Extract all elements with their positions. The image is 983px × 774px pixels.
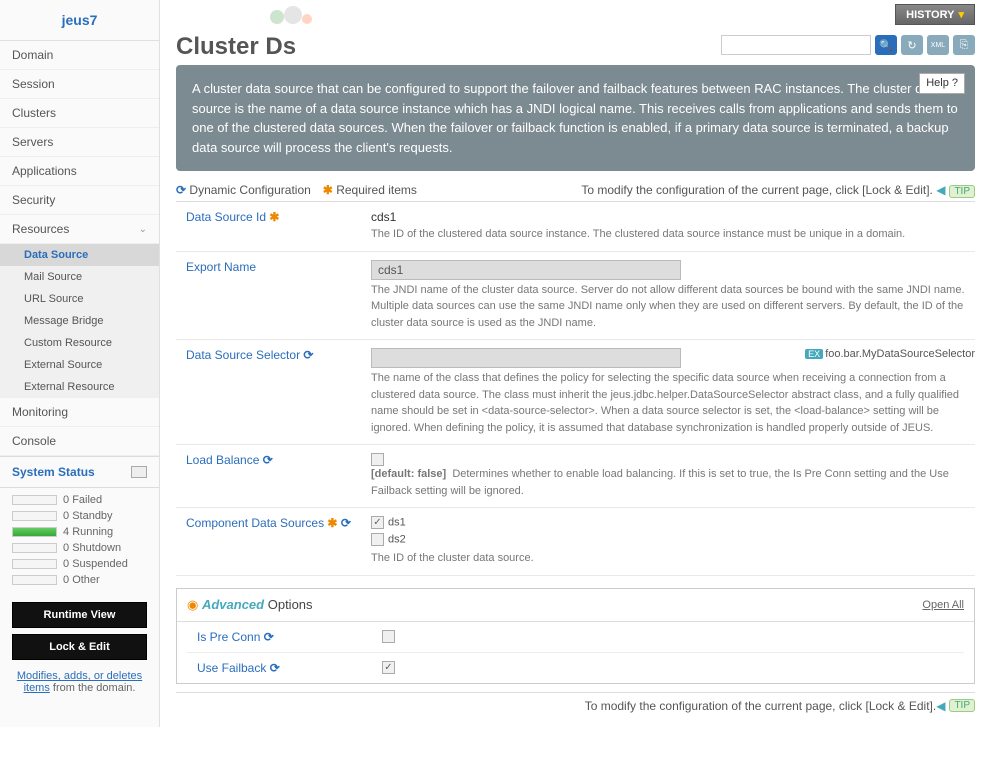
dynamic-config-icon: ⟳ <box>263 453 273 467</box>
refresh-button[interactable]: ↻ <box>901 35 923 55</box>
sub-external-resource[interactable]: External Resource <box>0 376 159 398</box>
runtime-view-button[interactable]: Runtime View <box>12 602 147 628</box>
tip-badge[interactable]: TIP <box>949 185 975 198</box>
selector-desc: The name of the class that defines the p… <box>371 370 975 436</box>
ds1-checkbox[interactable]: ✓ <box>371 516 384 529</box>
required-icon: ✱ <box>323 183 333 197</box>
nav-clusters[interactable]: Clusters <box>0 99 159 128</box>
status-running: 4 Running <box>0 524 159 540</box>
sub-data-source[interactable]: Data Source <box>0 244 159 266</box>
dynamic-config-icon: ⟳ <box>264 630 274 644</box>
history-button[interactable]: HISTORY ▾ <box>895 4 975 25</box>
field-use-failback: Use Failback ⟳ ✓ <box>187 653 964 683</box>
failback-checkbox[interactable]: ✓ <box>382 661 395 674</box>
field-data-source-id: Data Source Id ✱ cds1 The ID of the clus… <box>176 202 975 252</box>
preconn-checkbox[interactable] <box>382 630 395 643</box>
export-name-desc: The JNDI name of the cluster data source… <box>371 282 975 332</box>
nav-domain[interactable]: Domain <box>0 41 159 70</box>
ds2-checkbox[interactable] <box>371 533 384 546</box>
status-panel-icon[interactable] <box>131 466 147 478</box>
xml-icon: XML <box>931 42 945 49</box>
nav-monitoring[interactable]: Monitoring <box>0 398 159 427</box>
info-box: A cluster data source that can be config… <box>176 65 975 171</box>
modify-hint: To modify the configuration of the curre… <box>581 183 933 197</box>
sub-custom-resource[interactable]: Custom Resource <box>0 332 159 354</box>
chevron-down-icon: ⌄ <box>139 224 147 235</box>
sub-mail-source[interactable]: Mail Source <box>0 266 159 288</box>
ds2-label: ds2 <box>388 533 406 545</box>
load-desc: Determines whether to enable load balanc… <box>371 468 949 497</box>
field-export-name: Export Name cds1 The JNDI name of the cl… <box>176 252 975 341</box>
nav-session[interactable]: Session <box>0 70 159 99</box>
page-title: Cluster Ds <box>176 25 296 65</box>
ds1-label: ds1 <box>388 516 406 528</box>
nav-resources-label: Resources <box>12 222 69 236</box>
copy-button[interactable]: ⎘ <box>953 35 975 55</box>
search-input[interactable] <box>721 35 871 55</box>
dynamic-config-icon: ⟳ <box>270 661 280 675</box>
nav-servers[interactable]: Servers <box>0 128 159 157</box>
system-status-header: System Status <box>0 456 159 488</box>
warning-icon: ◉ <box>187 597 198 612</box>
copy-icon: ⎘ <box>960 39 969 52</box>
decorative-dots <box>270 6 312 27</box>
status-suspended: 0 Suspended <box>0 556 159 572</box>
footer-hint: To modify the configuration of the curre… <box>585 699 937 713</box>
export-name-input[interactable]: cds1 <box>371 260 681 280</box>
ds-id-value: cds1 <box>371 210 975 224</box>
nav-applications[interactable]: Applications <box>0 157 159 186</box>
sub-url-source[interactable]: URL Source <box>0 288 159 310</box>
search-icon: 🔍 <box>879 39 893 52</box>
app-logo[interactable]: jeus7 <box>0 0 159 41</box>
legend-row: ⟳ Dynamic Configuration ✱ Required items… <box>176 179 975 202</box>
toolbar: 🔍 ↻ XML ⎘ <box>721 35 975 55</box>
nav-resources[interactable]: Resources ⌄ <box>0 215 159 244</box>
ds-id-desc: The ID of the clustered data source inst… <box>371 226 975 243</box>
sub-external-source[interactable]: External Source <box>0 354 159 376</box>
field-data-source-selector: Data Source Selector ⟳ EXfoo.bar.MyDataS… <box>176 340 975 445</box>
required-icon: ✱ <box>327 516 337 530</box>
system-status-title: System Status <box>12 465 95 479</box>
status-failed: 0 Failed <box>0 492 159 508</box>
info-text: A cluster data source that can be config… <box>192 81 958 155</box>
sidebar: jeus7 Domain Session Clusters Servers Ap… <box>0 0 160 727</box>
dynamic-config-icon: ⟳ <box>176 183 186 197</box>
example-badge: EX <box>805 349 823 359</box>
open-all-link[interactable]: Open All <box>922 599 964 611</box>
tip-arrow-icon: ◀ <box>936 699 945 713</box>
chevron-down-icon: ▾ <box>958 8 964 21</box>
advanced-options-panel: ◉ Advanced Options Open All Is Pre Conn … <box>176 588 975 684</box>
lock-edit-button[interactable]: Lock & Edit <box>12 634 147 660</box>
sub-message-bridge[interactable]: Message Bridge <box>0 310 159 332</box>
selector-example: foo.bar.MyDataSourceSelector <box>825 348 975 360</box>
status-list: 0 Failed 0 Standby 4 Running 0 Shutdown … <box>0 488 159 596</box>
sidebar-note: Modifies, adds, or deletes items from th… <box>0 666 159 698</box>
load-default: [default: false] <box>371 468 446 480</box>
comp-desc: The ID of the cluster data source. <box>371 550 975 567</box>
field-component-data-sources: Component Data Sources ✱ ⟳ ✓ds1 ds2 The … <box>176 508 975 576</box>
dynamic-config-icon: ⟳ <box>341 516 351 530</box>
search-button[interactable]: 🔍 <box>875 35 897 55</box>
tip-badge-footer[interactable]: TIP <box>949 699 975 712</box>
dynamic-config-icon: ⟳ <box>303 348 313 362</box>
help-button[interactable]: Help ? <box>919 73 965 94</box>
tip-arrow-icon: ◀ <box>936 183 945 197</box>
load-balance-checkbox[interactable] <box>371 453 384 466</box>
main-content: HISTORY ▾ Cluster Ds 🔍 ↻ XML ⎘ A cluster… <box>160 0 983 727</box>
footer-row: To modify the configuration of the curre… <box>176 692 975 719</box>
nav-security[interactable]: Security <box>0 186 159 215</box>
field-load-balance: Load Balance ⟳ [default: false] Determin… <box>176 445 975 508</box>
resources-submenu: Data Source Mail Source URL Source Messa… <box>0 244 159 398</box>
field-is-pre-conn: Is Pre Conn ⟳ <box>187 622 964 653</box>
help-icon: ? <box>952 77 958 89</box>
status-shutdown: 0 Shutdown <box>0 540 159 556</box>
export-xml-button[interactable]: XML <box>927 35 949 55</box>
nav-console[interactable]: Console <box>0 427 159 456</box>
status-standby: 0 Standby <box>0 508 159 524</box>
required-icon: ✱ <box>269 210 279 224</box>
refresh-icon: ↻ <box>907 39 916 52</box>
selector-input[interactable] <box>371 348 681 368</box>
status-other: 0 Other <box>0 572 159 588</box>
